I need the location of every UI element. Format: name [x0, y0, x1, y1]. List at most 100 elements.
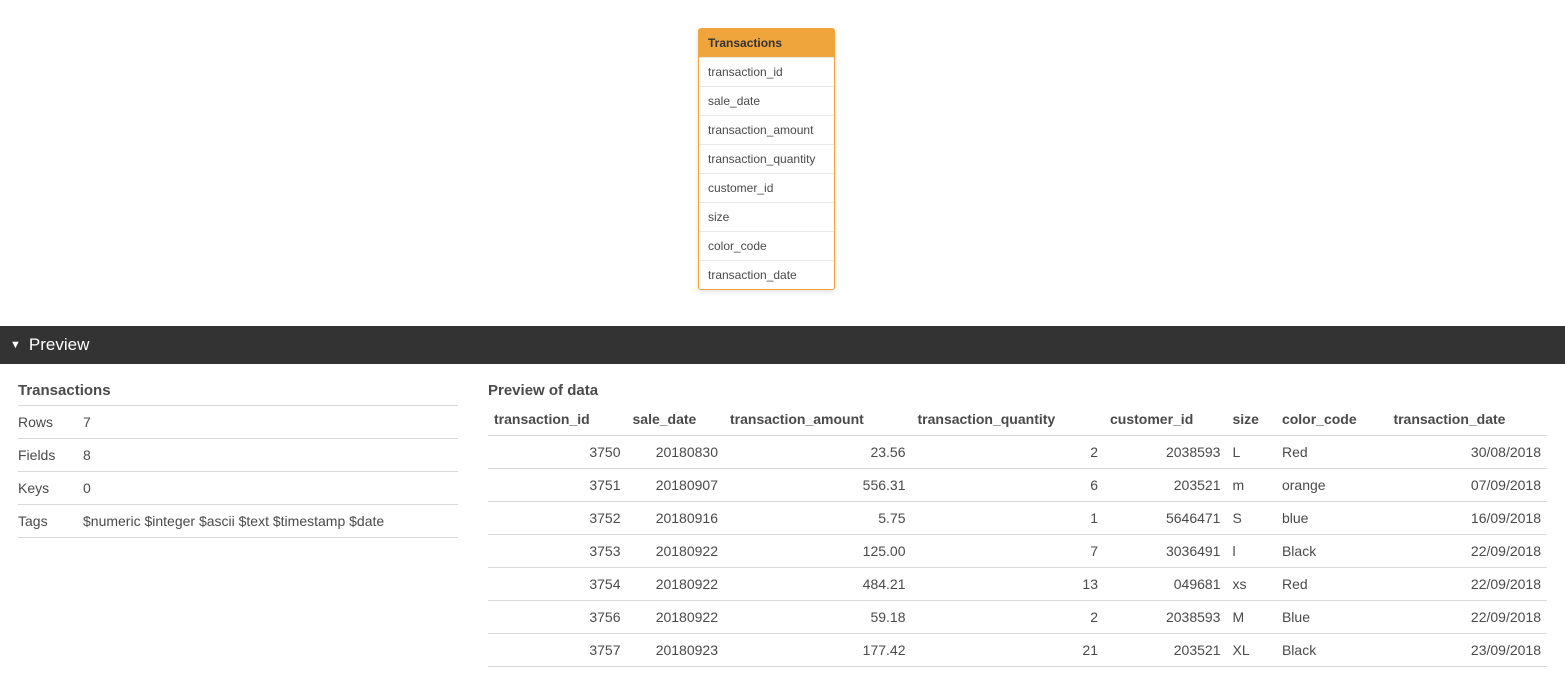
meta-label: Rows: [18, 406, 83, 439]
cell-size: l: [1226, 535, 1275, 568]
cell-sale_date: 20180916: [627, 502, 725, 535]
cell-transaction_amount: 556.31: [724, 469, 912, 502]
cell-size: xs: [1226, 568, 1275, 601]
table-entity-field[interactable]: size: [699, 202, 834, 231]
cell-transaction_date: 30/08/2018: [1387, 436, 1547, 469]
data-preview-title: Preview of data: [488, 382, 1547, 405]
data-preview-panel: Preview of data transaction_idsale_datet…: [488, 382, 1547, 667]
cell-transaction_date: 16/09/2018: [1387, 502, 1547, 535]
cell-transaction_id: 3757: [488, 634, 627, 667]
cell-customer_id: 203521: [1104, 469, 1226, 502]
preview-section-label: Preview: [29, 335, 89, 355]
cell-transaction_date: 22/09/2018: [1387, 535, 1547, 568]
meta-row-tags: Tags $numeric $integer $ascii $text $tim…: [18, 505, 458, 538]
metadata-panel: Transactions Rows 7 Fields 8 Keys 0 Tags…: [18, 382, 458, 667]
metadata-title: Transactions: [18, 382, 458, 406]
table-entity-header[interactable]: Transactions: [699, 29, 834, 57]
cell-sale_date: 20180907: [627, 469, 725, 502]
column-header-transaction_amount[interactable]: transaction_amount: [724, 405, 912, 436]
cell-transaction_amount: 125.00: [724, 535, 912, 568]
meta-value: 7: [83, 406, 458, 439]
cell-transaction_quantity: 13: [912, 568, 1105, 601]
cell-size: M: [1226, 601, 1275, 634]
table-entity-field[interactable]: color_code: [699, 231, 834, 260]
cell-customer_id: 2038593: [1104, 436, 1226, 469]
cell-sale_date: 20180923: [627, 634, 725, 667]
cell-sale_date: 20180922: [627, 568, 725, 601]
preview-section-header[interactable]: ▼ Preview: [0, 326, 1565, 364]
meta-row-rows: Rows 7: [18, 406, 458, 439]
cell-transaction_amount: 484.21: [724, 568, 912, 601]
cell-color_code: Black: [1276, 634, 1387, 667]
table-row[interactable]: 375120180907556.316203521morange07/09/20…: [488, 469, 1547, 502]
model-canvas[interactable]: Transactions transaction_idsale_datetran…: [0, 0, 1565, 326]
table-row[interactable]: 375720180923177.4221203521XLBlack23/09/2…: [488, 634, 1547, 667]
table-entity-field[interactable]: sale_date: [699, 86, 834, 115]
meta-label: Keys: [18, 472, 83, 505]
table-row[interactable]: 3752201809165.7515646471Sblue16/09/2018: [488, 502, 1547, 535]
cell-transaction_quantity: 21: [912, 634, 1105, 667]
cell-transaction_date: 07/09/2018: [1387, 469, 1547, 502]
table-entity-field[interactable]: customer_id: [699, 173, 834, 202]
table-entity-field[interactable]: transaction_date: [699, 260, 834, 289]
cell-transaction_id: 3750: [488, 436, 627, 469]
table-entity-field[interactable]: transaction_id: [699, 57, 834, 86]
cell-color_code: Blue: [1276, 601, 1387, 634]
table-entity-field[interactable]: transaction_quantity: [699, 144, 834, 173]
cell-transaction_id: 3751: [488, 469, 627, 502]
table-row[interactable]: 375320180922125.0073036491lBlack22/09/20…: [488, 535, 1547, 568]
cell-transaction_id: 3756: [488, 601, 627, 634]
cell-color_code: blue: [1276, 502, 1387, 535]
column-header-color_code[interactable]: color_code: [1276, 405, 1387, 436]
cell-customer_id: 3036491: [1104, 535, 1226, 568]
data-header-row: transaction_idsale_datetransaction_amoun…: [488, 405, 1547, 436]
column-header-size[interactable]: size: [1226, 405, 1275, 436]
cell-size: m: [1226, 469, 1275, 502]
cell-color_code: Black: [1276, 535, 1387, 568]
meta-value: 0: [83, 472, 458, 505]
table-row[interactable]: 37502018083023.5622038593LRed30/08/2018: [488, 436, 1547, 469]
metadata-table: Rows 7 Fields 8 Keys 0 Tags $numeric $in…: [18, 406, 458, 538]
cell-transaction_amount: 5.75: [724, 502, 912, 535]
cell-color_code: Red: [1276, 436, 1387, 469]
cell-sale_date: 20180922: [627, 601, 725, 634]
meta-row-keys: Keys 0: [18, 472, 458, 505]
cell-sale_date: 20180922: [627, 535, 725, 568]
cell-color_code: orange: [1276, 469, 1387, 502]
table-row[interactable]: 37562018092259.1822038593MBlue22/09/2018: [488, 601, 1547, 634]
table-entity-transactions[interactable]: Transactions transaction_idsale_datetran…: [698, 28, 835, 290]
cell-transaction_quantity: 6: [912, 469, 1105, 502]
meta-value: 8: [83, 439, 458, 472]
data-preview-table: transaction_idsale_datetransaction_amoun…: [488, 405, 1547, 667]
cell-transaction_date: 23/09/2018: [1387, 634, 1547, 667]
cell-transaction_amount: 177.42: [724, 634, 912, 667]
table-row[interactable]: 375420180922484.2113049681xsRed22/09/201…: [488, 568, 1547, 601]
column-header-transaction_quantity[interactable]: transaction_quantity: [912, 405, 1105, 436]
column-header-sale_date[interactable]: sale_date: [627, 405, 725, 436]
cell-transaction_quantity: 7: [912, 535, 1105, 568]
cell-customer_id: 5646471: [1104, 502, 1226, 535]
cell-size: L: [1226, 436, 1275, 469]
cell-transaction_id: 3754: [488, 568, 627, 601]
cell-transaction_quantity: 2: [912, 436, 1105, 469]
cell-customer_id: 203521: [1104, 634, 1226, 667]
table-entity-field[interactable]: transaction_amount: [699, 115, 834, 144]
column-header-transaction_id[interactable]: transaction_id: [488, 405, 627, 436]
cell-transaction_id: 3752: [488, 502, 627, 535]
chevron-down-icon: ▼: [10, 339, 21, 351]
cell-customer_id: 049681: [1104, 568, 1226, 601]
meta-label: Tags: [18, 505, 83, 538]
cell-customer_id: 2038593: [1104, 601, 1226, 634]
cell-transaction_quantity: 2: [912, 601, 1105, 634]
cell-transaction_date: 22/09/2018: [1387, 568, 1547, 601]
meta-row-fields: Fields 8: [18, 439, 458, 472]
meta-label: Fields: [18, 439, 83, 472]
meta-value: $numeric $integer $ascii $text $timestam…: [83, 505, 458, 538]
cell-transaction_amount: 59.18: [724, 601, 912, 634]
cell-color_code: Red: [1276, 568, 1387, 601]
cell-size: XL: [1226, 634, 1275, 667]
cell-transaction_amount: 23.56: [724, 436, 912, 469]
column-header-customer_id[interactable]: customer_id: [1104, 405, 1226, 436]
column-header-transaction_date[interactable]: transaction_date: [1387, 405, 1547, 436]
cell-transaction_id: 3753: [488, 535, 627, 568]
